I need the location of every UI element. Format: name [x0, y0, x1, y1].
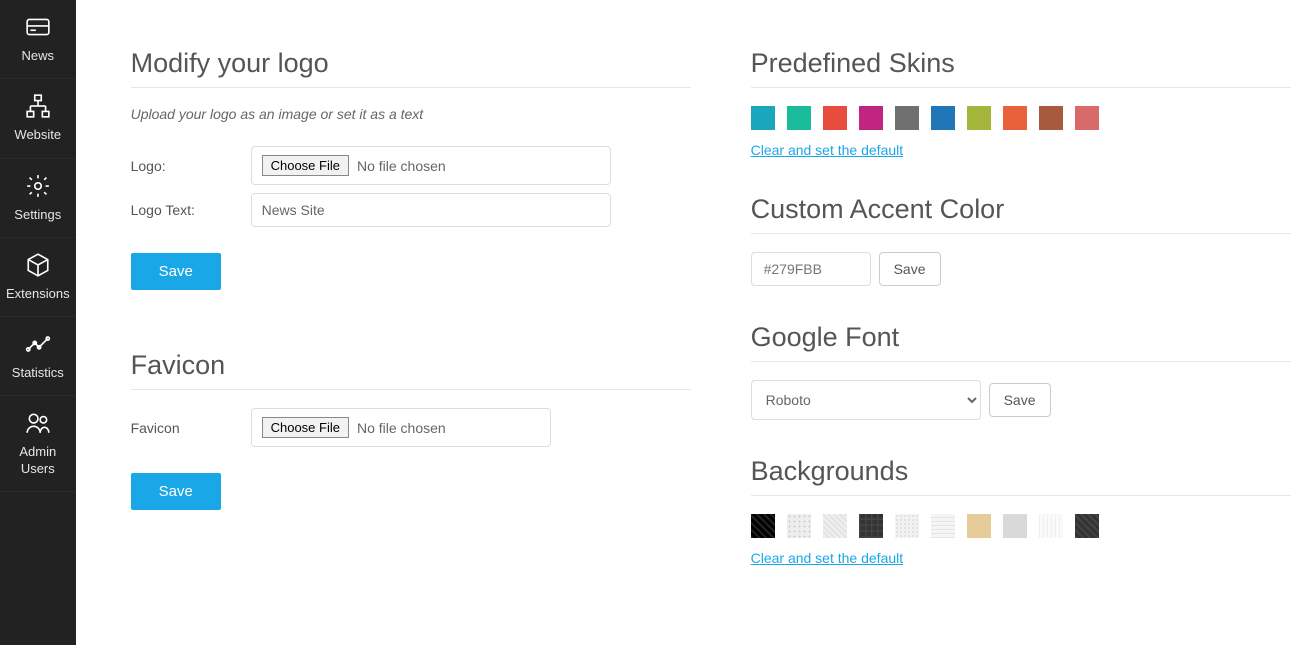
background-swatch-2[interactable] [823, 514, 847, 538]
sidebar-item-admin-users[interactable]: Admin Users [0, 396, 76, 492]
sidebar-item-label: Statistics [12, 365, 64, 380]
background-swatch-9[interactable] [1075, 514, 1099, 538]
sidebar-item-extensions[interactable]: Extensions [0, 238, 76, 317]
accent-color-input[interactable] [751, 252, 871, 286]
logo-text-input[interactable] [251, 193, 611, 227]
accent-row: Save [751, 252, 1291, 286]
skin-swatch-6[interactable] [967, 106, 991, 130]
skin-swatch-9[interactable] [1075, 106, 1099, 130]
sidebar-item-news[interactable]: News [0, 0, 76, 79]
skin-swatches [751, 106, 1291, 130]
sidebar-item-settings[interactable]: Settings [0, 159, 76, 238]
file-status: No file chosen [357, 420, 446, 436]
save-favicon-button[interactable]: Save [131, 473, 221, 510]
save-font-button[interactable]: Save [989, 383, 1051, 417]
google-font-title: Google Font [751, 322, 1291, 353]
background-swatch-7[interactable] [1003, 514, 1027, 538]
divider [131, 87, 691, 88]
sidebar-item-website[interactable]: Website [0, 79, 76, 158]
background-swatch-0[interactable] [751, 514, 775, 538]
logo-hint: Upload your logo as an image or set it a… [131, 106, 691, 122]
skin-swatch-7[interactable] [1003, 106, 1027, 130]
modify-logo-title: Modify your logo [131, 48, 691, 79]
background-swatches [751, 514, 1291, 538]
background-swatch-3[interactable] [859, 514, 883, 538]
sidebar-item-label: Website [14, 127, 61, 142]
favicon-file-input[interactable]: Choose File No file chosen [251, 408, 551, 447]
skin-swatch-5[interactable] [931, 106, 955, 130]
backgrounds-title: Backgrounds [751, 456, 1291, 487]
clear-skins-link[interactable]: Clear and set the default [751, 142, 904, 158]
main-content: Modify your logo Upload your logo as an … [76, 0, 1315, 645]
sidebar-item-statistics[interactable]: Statistics [0, 317, 76, 396]
divider [751, 233, 1291, 234]
background-swatch-5[interactable] [931, 514, 955, 538]
gear-icon [25, 173, 51, 199]
font-row: Roboto Save [751, 380, 1291, 420]
sidebar-item-label: News [22, 48, 55, 63]
chart-icon [25, 331, 51, 357]
background-swatch-6[interactable] [967, 514, 991, 538]
predefined-skins-title: Predefined Skins [751, 48, 1291, 79]
logo-file-input[interactable]: Choose File No file chosen [251, 146, 611, 185]
sidebar-item-label: Settings [14, 207, 61, 222]
save-logo-button[interactable]: Save [131, 253, 221, 290]
skin-swatch-2[interactable] [823, 106, 847, 130]
clear-backgrounds-link[interactable]: Clear and set the default [751, 550, 904, 566]
logo-label: Logo: [131, 158, 251, 174]
save-accent-button[interactable]: Save [879, 252, 941, 286]
font-select[interactable]: Roboto [751, 380, 981, 420]
skin-swatch-0[interactable] [751, 106, 775, 130]
background-swatch-8[interactable] [1039, 514, 1063, 538]
logo-text-label: Logo Text: [131, 202, 251, 218]
divider [131, 389, 691, 390]
favicon-label: Favicon [131, 420, 251, 436]
favicon-file-row: Favicon Choose File No file chosen [131, 408, 691, 447]
background-swatch-1[interactable] [787, 514, 811, 538]
logo-file-row: Logo: Choose File No file chosen [131, 146, 691, 185]
left-column: Modify your logo Upload your logo as an … [131, 0, 691, 566]
divider [751, 87, 1291, 88]
skin-swatch-1[interactable] [787, 106, 811, 130]
sitemap-icon [25, 93, 51, 119]
file-status: No file chosen [357, 158, 446, 174]
users-icon [25, 410, 51, 436]
card-icon [25, 14, 51, 40]
divider [751, 495, 1291, 496]
skin-swatch-8[interactable] [1039, 106, 1063, 130]
favicon-title: Favicon [131, 350, 691, 381]
right-column: Predefined Skins Clear and set the defau… [751, 0, 1291, 566]
choose-file-button[interactable]: Choose File [262, 155, 349, 176]
divider [751, 361, 1291, 362]
sidebar-item-label: Admin Users [19, 444, 56, 475]
sidebar-item-label: Extensions [6, 286, 70, 301]
skin-swatch-4[interactable] [895, 106, 919, 130]
sidebar: News Website Settings Extensions Statist… [0, 0, 76, 645]
custom-accent-title: Custom Accent Color [751, 194, 1291, 225]
cube-icon [25, 252, 51, 278]
logo-text-row: Logo Text: [131, 193, 691, 227]
skin-swatch-3[interactable] [859, 106, 883, 130]
choose-file-button[interactable]: Choose File [262, 417, 349, 438]
background-swatch-4[interactable] [895, 514, 919, 538]
